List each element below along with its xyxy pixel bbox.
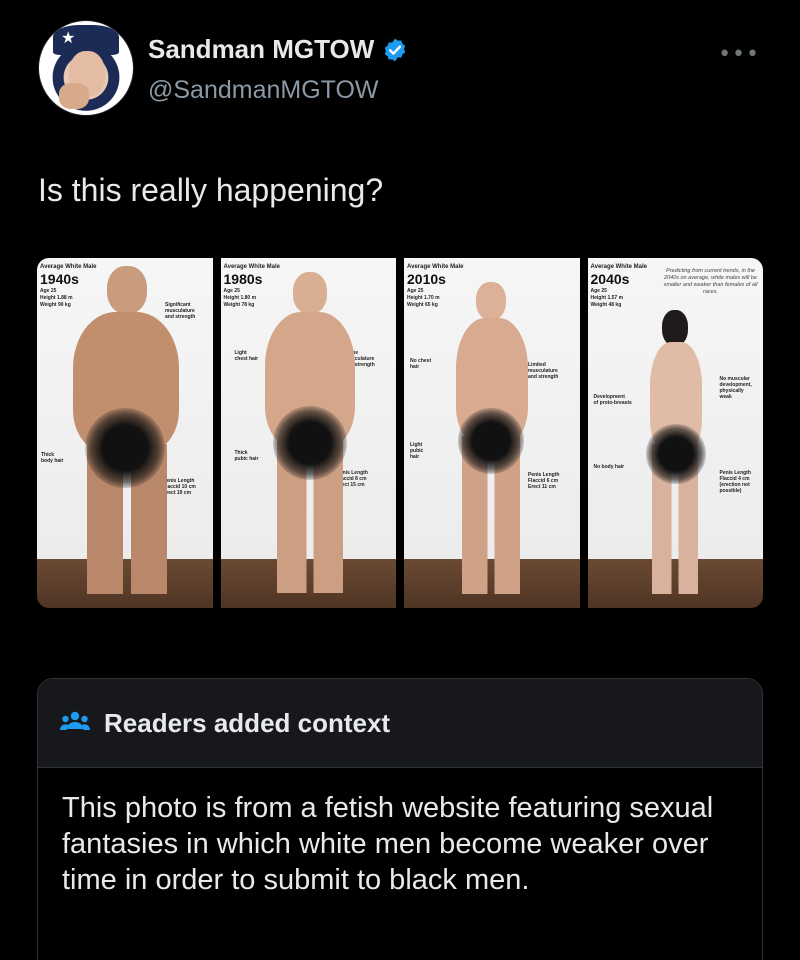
panel-note: Penis Length Flaccid 10 cm Erect 19 cm (163, 478, 196, 496)
community-note-body: This photo is from a fetish website feat… (62, 792, 714, 896)
panel-note: No muscular development, physically weak (719, 376, 752, 400)
panel-era: 1940s (40, 271, 79, 287)
panel-caption: Average White Male (590, 264, 647, 270)
censor-blur (85, 408, 165, 488)
panel-stats: Age 25 Height 1.70 m Weight 65 kg (407, 288, 440, 308)
panel-note: Light chest hair (234, 350, 259, 362)
star-icon: ★ (61, 28, 76, 47)
panel-note: Thick pubic hair (234, 450, 259, 462)
panel-era: 2010s (407, 271, 446, 287)
panel-note: No body hair (593, 464, 625, 470)
panel-note: Light pubic hair (410, 442, 424, 460)
author-name-row: Sandman MGTOW (148, 34, 408, 65)
panel-note: Limited musculature and strength (528, 362, 559, 380)
panel-era: 1980s (223, 271, 263, 287)
panel-caption: Average White Male (40, 264, 97, 270)
figure-head (292, 272, 327, 314)
tweet-media[interactable]: Average White Male 1940s Age 25 Height 1… (37, 258, 763, 608)
author-name[interactable]: Sandman MGTOW (148, 34, 374, 65)
tweet-text: Is this really happening? (38, 172, 384, 208)
panel-era: 2040s (590, 271, 630, 287)
community-note-header: Readers added context (38, 679, 762, 768)
panel-note: Development of proto-breasts (593, 394, 632, 406)
community-note: Readers added context This photo is from… (37, 678, 763, 960)
panel-prediction: Predicting from current trends, in the 2… (663, 268, 758, 295)
panel-note: Thick body hair (41, 452, 64, 464)
figure-head (107, 266, 147, 314)
tweet-header: ★ Sandman MGTOW @SandmanMGTOW ••• (38, 20, 762, 120)
more-horizontal-icon[interactable]: ••• (718, 42, 760, 67)
community-note-title: Readers added context (104, 707, 391, 738)
panel-note: Penis Length Flaccid 4 cm (erection not … (719, 470, 751, 494)
panel-caption: Average White Male (407, 264, 464, 270)
media-panel-1940s: Average White Male 1940s Age 25 Height 1… (37, 258, 213, 608)
panel-note: No chest hair (410, 358, 432, 370)
censor-blur (645, 424, 706, 484)
panel-note: Penis Length Flaccid 6 cm Erect 11 cm (528, 472, 560, 490)
people-icon (60, 711, 90, 730)
media-panel-1980s: Average White Male 1980s Age 25 Height 1… (220, 258, 396, 608)
censor-blur (458, 408, 524, 474)
verified-badge-icon (385, 38, 406, 61)
author-avatar[interactable]: ★ (38, 20, 134, 116)
author-handle[interactable]: @SandmanMGTOW (148, 76, 379, 105)
panel-stats: Age 25 Height 1.88 m Weight 90 kg (40, 288, 73, 308)
censor-blur (272, 406, 347, 480)
media-panel-2040s: Average White Male 2040s Age 25 Height 1… (587, 258, 763, 608)
media-panel-2010s: Average White Male 2010s Age 25 Height 1… (404, 258, 580, 608)
panel-caption: Average White Male (223, 264, 280, 270)
panel-note: Significant musculature and strength (165, 302, 196, 320)
figure-head (476, 282, 506, 320)
panel-stats: Age 25 Height 1.80 m Weight 78 kg (223, 288, 257, 308)
panel-stats: Age 25 Height 1.57 m Weight 48 kg (590, 288, 624, 308)
avatar-hand (59, 83, 89, 109)
figure-hair (661, 310, 688, 346)
